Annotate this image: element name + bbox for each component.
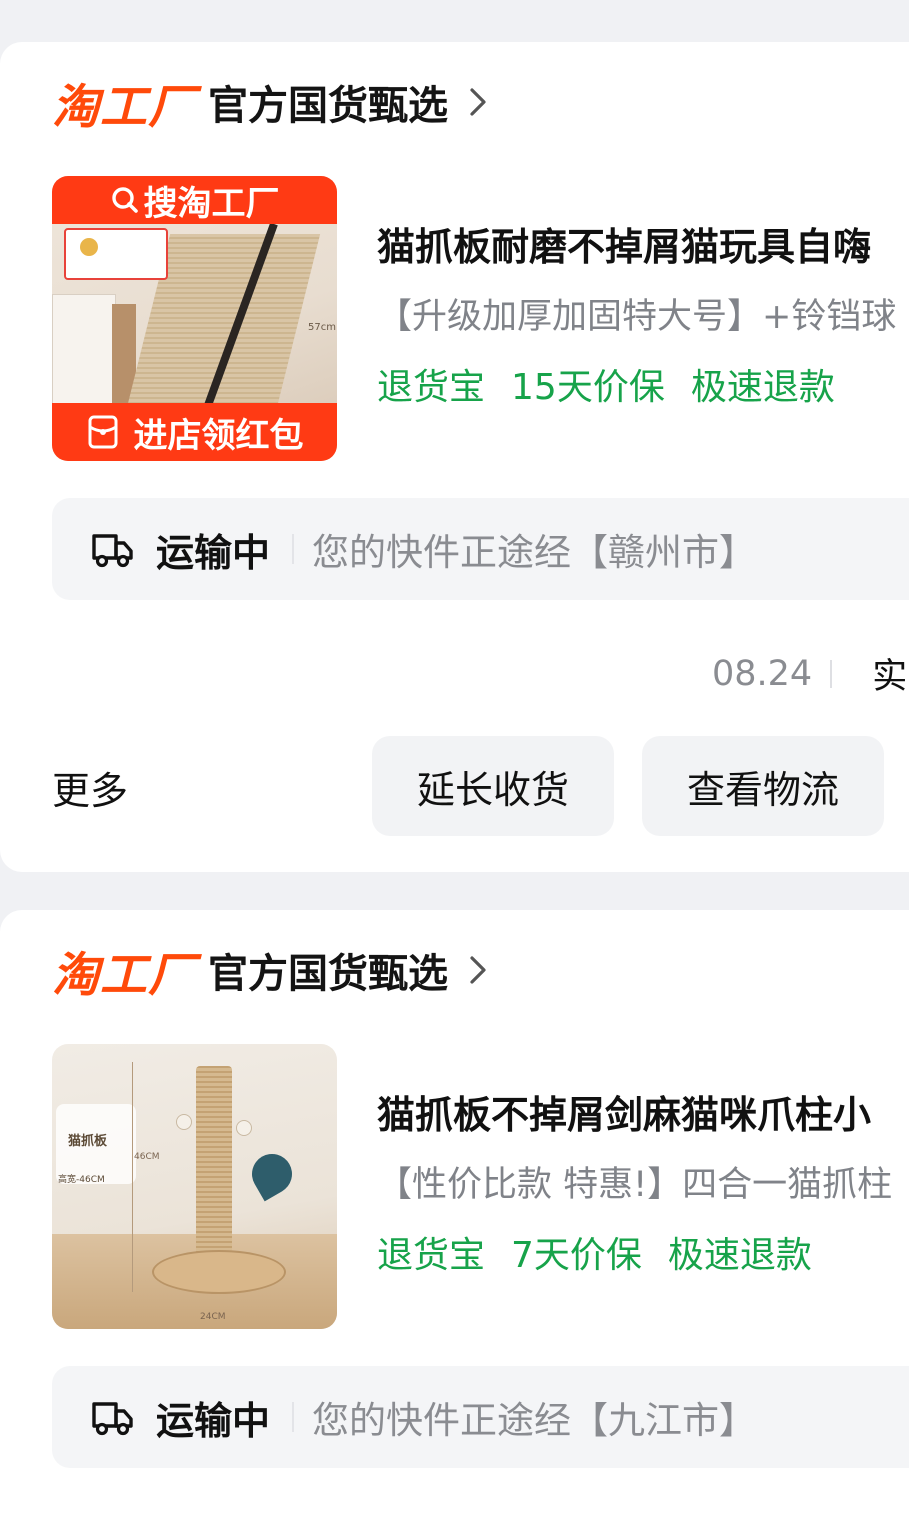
- logistics-message: 您的快件正途经【九江市】: [312, 1399, 757, 1442]
- hanging-ball: [176, 1114, 192, 1130]
- dimension-label: 57cm: [308, 322, 336, 333]
- divider: [292, 534, 295, 564]
- tag-price-protection: 7天价保: [511, 1235, 642, 1276]
- search-icon: [111, 187, 138, 213]
- tag-return-insurance: 退货宝: [377, 367, 486, 408]
- service-tags: 退货宝 7天价保 极速退款: [377, 1226, 812, 1278]
- badge-title: 猫抓板: [68, 1134, 108, 1149]
- badge-size: 高宽-46CM: [58, 1175, 105, 1185]
- more-button[interactable]: 更多: [52, 760, 128, 815]
- product-spec: 【性价比款 特惠!】四合一猫抓柱: [377, 1165, 893, 1205]
- product-thumbnail[interactable]: 57cm 搜淘工厂 进店领红包: [52, 176, 337, 461]
- shop-name: 官方国货甄选: [208, 951, 448, 997]
- logistics-status: 运输中: [156, 530, 271, 575]
- extend-receipt-button[interactable]: 延长收货: [372, 736, 614, 836]
- logistics-message: 您的快件正途经【赣州市】: [312, 531, 757, 574]
- truck-icon: [92, 534, 133, 568]
- width-label: 24CM: [200, 1312, 226, 1322]
- shop-name: 官方国货甄选: [208, 83, 448, 129]
- logistics-bar[interactable]: 运输中 您的快件正途经【赣州市】: [52, 498, 909, 600]
- tag-return-insurance: 退货宝: [377, 1235, 486, 1276]
- logistics-bar[interactable]: 运输中 您的快件正途经【九江市】: [52, 1366, 909, 1468]
- search-banner: 搜淘工厂: [52, 176, 337, 224]
- product-title[interactable]: 猫抓板耐磨不掉屑猫玩具自嗨: [377, 216, 871, 271]
- view-logistics-button[interactable]: 查看物流: [642, 736, 884, 836]
- product-spec: 【升级加厚加固特大号】+铃铛球: [377, 297, 897, 337]
- feather-toy: [244, 1146, 300, 1202]
- payment-label: 实: [872, 657, 908, 697]
- scratching-post: [196, 1066, 232, 1256]
- order-date: 08.24: [712, 653, 813, 694]
- chevron-right-icon: [470, 88, 486, 116]
- truck-icon: [92, 1402, 133, 1436]
- tag-fast-refund: 极速退款: [667, 1235, 812, 1276]
- product-title[interactable]: 猫抓板不掉屑剑麻猫咪爪柱小: [377, 1084, 871, 1139]
- order-card[interactable]: 淘工厂 官方国货甄选 猫抓板 高宽-46CM 46CM 24CM 猫抓板不掉屑剑…: [0, 910, 909, 1513]
- coupon-banner-text: 进店领红包: [133, 415, 304, 456]
- shop-logo: 淘工厂: [52, 947, 196, 1003]
- red-packet-icon: [88, 415, 117, 449]
- height-label: 46CM: [134, 1152, 160, 1162]
- height-guide: [132, 1062, 133, 1292]
- service-tags: 退货宝 15天价保 极速退款: [377, 358, 835, 410]
- order-date-row: 08.24 实: [712, 648, 907, 699]
- divider: [830, 659, 833, 688]
- toy-ball: [80, 238, 98, 256]
- shop-logo: 淘工厂: [52, 79, 196, 135]
- tag-price-protection: 15天价保: [511, 367, 665, 408]
- product-inset: [64, 228, 168, 280]
- divider: [292, 1402, 295, 1432]
- product-thumbnail[interactable]: 猫抓板 高宽-46CM 46CM 24CM: [52, 1044, 337, 1329]
- tag-fast-refund: 极速退款: [690, 367, 835, 408]
- hanging-ball: [236, 1120, 252, 1136]
- search-banner-text: 搜淘工厂: [143, 183, 280, 224]
- coupon-banner[interactable]: 进店领红包: [52, 403, 337, 461]
- shop-header[interactable]: 淘工厂 官方国货甄选: [52, 72, 492, 135]
- post-base: [152, 1250, 286, 1294]
- logistics-status: 运输中: [156, 1398, 271, 1443]
- chevron-right-icon: [470, 956, 486, 984]
- order-card[interactable]: 淘工厂 官方国货甄选 57cm 搜淘工厂 进店领红包 猫抓板耐磨不掉屑猫玩具自嗨…: [0, 42, 909, 872]
- shop-header[interactable]: 淘工厂 官方国货甄选: [52, 940, 492, 1003]
- cabinet-shape: [52, 294, 116, 406]
